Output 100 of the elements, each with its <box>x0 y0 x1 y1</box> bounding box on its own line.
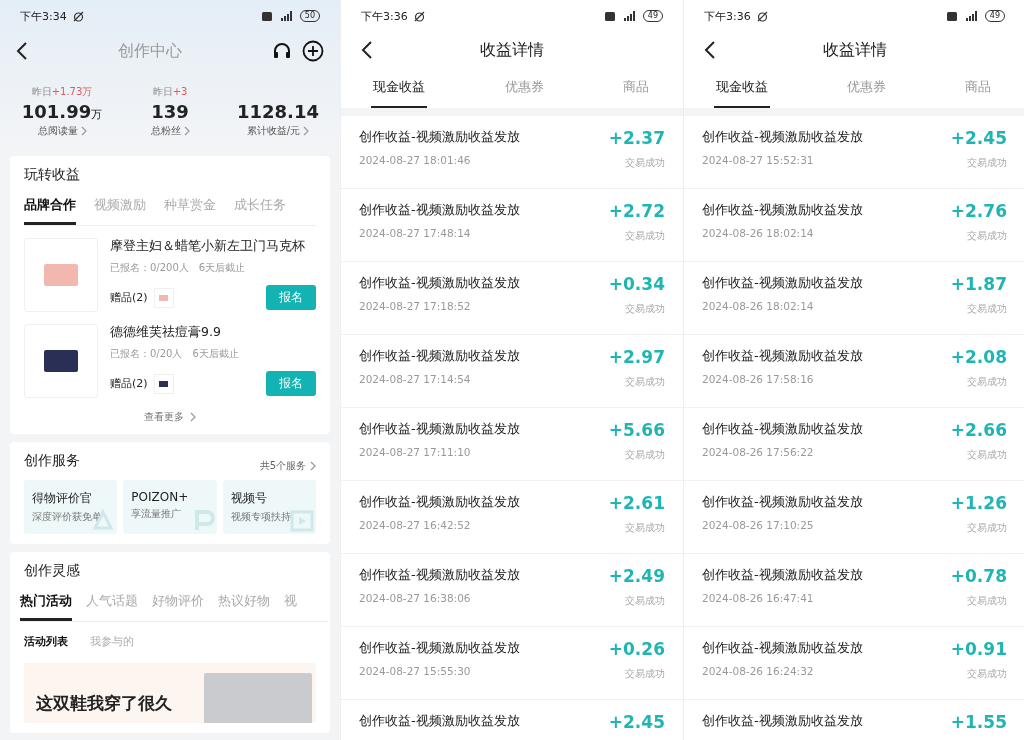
alarm-off-icon <box>72 10 84 22</box>
transaction-status: 交易成功 <box>967 521 1007 535</box>
transaction-amount: +0.26 <box>608 639 665 659</box>
service-tile[interactable]: POIZON+ 享流量推广 <box>123 480 217 534</box>
card-title: 玩转收益 <box>24 166 81 184</box>
hd-icon <box>261 11 272 21</box>
signup-button[interactable]: 报名 <box>266 371 316 396</box>
service-icon <box>290 508 314 532</box>
income-tab[interactable]: 现金收益 <box>714 72 770 108</box>
transaction-time: 2024-08-27 17:11:10 <box>359 446 472 458</box>
card-title: 创作服务 <box>24 452 80 470</box>
transaction-time: 2024-08-26 18:02:14 <box>702 300 815 312</box>
transaction-title: 创作收益-视频激励收益发放 <box>359 493 520 511</box>
income-tab[interactable]: 商品 <box>963 72 993 108</box>
transaction-amount: +2.45 <box>608 712 665 732</box>
stat-link[interactable]: 总粉丝 <box>150 124 190 138</box>
transaction-amount: +5.66 <box>608 420 665 440</box>
gift-thumbnail <box>153 373 174 394</box>
income-tab[interactable]: 优惠券 <box>845 72 888 108</box>
deadline-text: 6天后截止 <box>192 347 239 361</box>
transaction-status: 交易成功 <box>625 302 665 316</box>
transaction-status: 交易成功 <box>625 229 665 243</box>
chevron-icon <box>310 461 316 471</box>
transaction-time: 2024-08-27 17:18:52 <box>359 300 472 312</box>
transaction-title: 创作收益-视频激励收益发放 <box>702 201 863 219</box>
chevron-icon <box>190 412 196 422</box>
transaction-title: 创作收益-视频激励收益发放 <box>702 128 863 146</box>
status-time: 下午3:36 <box>704 8 751 24</box>
transaction-amount: +2.08 <box>950 347 1007 367</box>
card-title: 创作灵感 <box>24 562 81 580</box>
service-icon <box>91 508 116 532</box>
chevron-icon <box>303 126 310 136</box>
transaction-amount: +2.76 <box>950 201 1007 221</box>
stat-value: 139 <box>151 101 189 122</box>
alarm-off-icon <box>413 10 425 22</box>
page-title: 收益详情 <box>479 39 545 61</box>
gift-thumbnail <box>153 287 174 308</box>
transaction-amount: +1.55 <box>950 712 1007 732</box>
see-more-link[interactable]: 查看更多 <box>144 410 184 424</box>
stat-link[interactable]: 总阅读量 <box>37 124 87 138</box>
stat-value: 101.99万 <box>21 101 103 122</box>
subtab[interactable]: 活动列表 <box>24 634 68 649</box>
transaction-status: 交易成功 <box>967 448 1007 462</box>
signup-button[interactable]: 报名 <box>266 285 316 310</box>
transaction-title: 创作收益-视频激励收益发放 <box>702 712 863 730</box>
hd-icon <box>604 11 615 21</box>
transaction-title: 创作收益-视频激励收益发放 <box>702 420 863 438</box>
transaction-title: 创作收益-视频激励收益发放 <box>702 274 863 292</box>
income-tab[interactable]: 现金收益 <box>371 72 427 108</box>
transaction-amount: +1.26 <box>950 493 1007 513</box>
transaction-amount: +2.45 <box>950 128 1007 148</box>
headset-icon[interactable] <box>272 41 292 61</box>
chevron-icon <box>183 126 190 136</box>
service-tile[interactable]: 视频号 视频专项扶持 <box>222 480 316 534</box>
transaction-amount: +0.78 <box>950 566 1007 586</box>
all-services-link[interactable]: 共5个服务 <box>259 459 316 473</box>
transaction-title: 创作收益-视频激励收益发放 <box>359 274 520 292</box>
status-time: 下午3:34 <box>20 8 67 24</box>
transaction-time: 2024-08-27 17:48:14 <box>359 227 472 239</box>
transaction-time: 2024-08-26 17:56:22 <box>702 446 815 458</box>
back-icon[interactable] <box>16 41 28 61</box>
income-tab[interactable]: 优惠券 <box>502 72 546 108</box>
back-icon[interactable] <box>361 40 373 60</box>
transaction-title: 创作收益-视频激励收益发放 <box>702 566 863 584</box>
transaction-amount: +2.49 <box>608 566 665 586</box>
status-time: 下午3:36 <box>361 8 408 24</box>
gift-label: 赠品(2) <box>110 290 148 305</box>
transaction-time: 2024-08-26 18:02:14 <box>702 227 815 239</box>
transaction-title: 创作收益-视频激励收益发放 <box>359 566 520 584</box>
transaction-status: 交易成功 <box>625 667 665 681</box>
category-tab[interactable]: 品牌合作 <box>24 194 76 225</box>
stat-link[interactable]: 累计收益/元 <box>246 124 310 138</box>
transaction-title: 创作收益-视频激励收益发放 <box>359 712 520 730</box>
transaction-amount: +0.34 <box>608 274 665 294</box>
signup-count: 已报名：0/20人 <box>110 347 183 361</box>
transaction-time: 2024-08-27 17:14:54 <box>359 373 472 385</box>
stat-value: 1128.14 <box>237 101 319 122</box>
transaction-title: 创作收益-视频激励收益发放 <box>359 420 520 438</box>
topic-tab[interactable]: 热门活动 <box>20 590 72 621</box>
transaction-time: 2024-08-27 16:38:06 <box>359 592 472 604</box>
transaction-title: 创作收益-视频激励收益发放 <box>359 128 520 146</box>
transaction-amount: +2.61 <box>608 493 665 513</box>
chevron-icon <box>80 126 87 136</box>
transaction-status: 交易成功 <box>967 375 1007 389</box>
page-title: 收益详情 <box>821 39 888 61</box>
activity-banner[interactable]: 这双鞋我穿了很久 <box>24 663 316 723</box>
stat-delta: 昨日+1.73万 <box>31 85 93 99</box>
transaction-amount: +2.97 <box>608 347 665 367</box>
transaction-time: 2024-08-26 17:10:25 <box>702 519 815 531</box>
transaction-status: 交易成功 <box>625 156 665 170</box>
add-icon[interactable] <box>302 40 324 62</box>
product-title: 德德维芙祛痘膏9.9 <box>110 324 222 341</box>
income-tab[interactable]: 商品 <box>621 72 651 108</box>
transaction-title: 创作收益-视频激励收益发放 <box>359 639 520 657</box>
transaction-title: 创作收益-视频激励收益发放 <box>702 639 863 657</box>
hd-icon <box>946 11 957 21</box>
back-icon[interactable] <box>704 40 716 60</box>
stat-delta: 昨日+3 <box>152 85 188 99</box>
transaction-time: 2024-08-27 15:55:30 <box>359 665 472 677</box>
transaction-status: 交易成功 <box>967 156 1007 170</box>
